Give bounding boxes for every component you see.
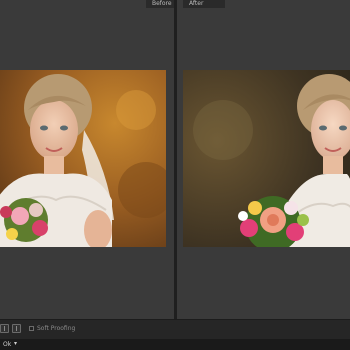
soft-proofing-label: Soft Proofing <box>37 325 76 332</box>
after-photo[interactable] <box>183 70 350 247</box>
soft-proofing-checkbox[interactable] <box>29 326 34 331</box>
zoom-level-text[interactable]: Ok <box>3 340 11 349</box>
view-toolbar: Soft Proofing <box>0 319 350 339</box>
after-pane: After <box>177 0 350 319</box>
loupe-view-button[interactable] <box>0 324 9 333</box>
before-label: Before <box>146 0 174 8</box>
after-label: After <box>183 0 225 8</box>
before-photo[interactable] <box>0 70 166 247</box>
bride-photo-before <box>0 70 166 247</box>
filmstrip-bar: Ok ▾ <box>0 339 350 350</box>
bride-photo-after <box>183 70 350 247</box>
before-pane: Before <box>0 0 174 319</box>
compare-view-button[interactable] <box>12 324 21 333</box>
chevron-down-icon[interactable]: ▾ <box>14 339 17 348</box>
